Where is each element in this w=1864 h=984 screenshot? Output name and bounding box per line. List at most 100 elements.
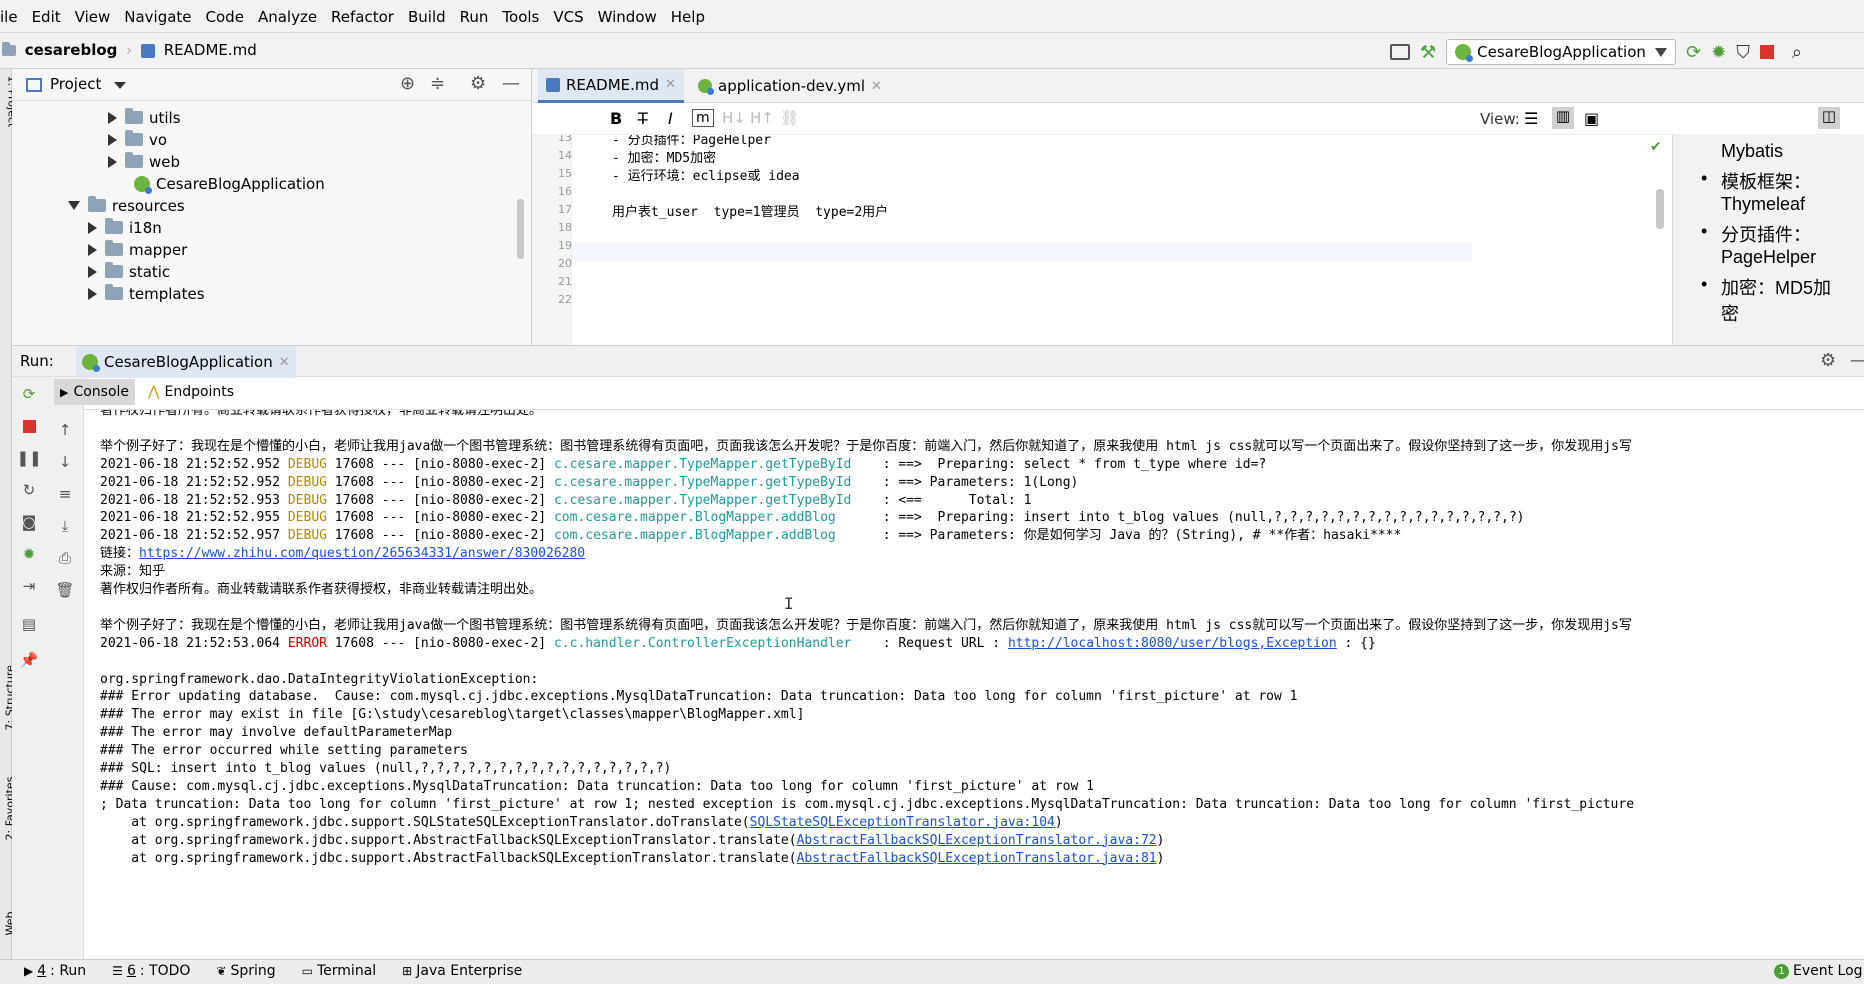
- bottom-tab-spring[interactable]: ❦ Spring: [216, 963, 275, 979]
- tree-scrollbar[interactable]: [517, 199, 524, 259]
- tree-item-web[interactable]: web: [108, 150, 180, 172]
- build-hammer-icon[interactable]: ⚒: [1420, 42, 1436, 63]
- rerun-icon[interactable]: ⟳: [18, 383, 40, 405]
- header-up-icon[interactable]: H↑: [750, 109, 774, 127]
- console-link[interactable]: SQLStateSQLExceptionTranslator.java:104: [750, 815, 1055, 830]
- tab-readme[interactable]: README.md ✕: [538, 69, 684, 103]
- minimize-icon[interactable]: —: [1850, 350, 1864, 371]
- scroll-up-icon[interactable]: ↑: [54, 419, 76, 441]
- trash-icon[interactable]: 🗑: [54, 579, 76, 601]
- minimize-icon[interactable]: —: [502, 73, 520, 94]
- split-view-icon[interactable]: ▥: [1552, 107, 1574, 129]
- subtab-console[interactable]: ▶ Console: [54, 379, 136, 405]
- breadcrumb-file[interactable]: README.md: [164, 41, 257, 59]
- stop-icon[interactable]: [1759, 45, 1774, 59]
- rerun-icon[interactable]: ⟳: [1686, 42, 1701, 63]
- link-icon[interactable]: ⛓: [780, 109, 799, 127]
- layout-icon[interactable]: ▤: [18, 613, 40, 635]
- gear-icon[interactable]: ⚙: [470, 73, 486, 94]
- gear-icon[interactable]: ⚙: [1820, 350, 1836, 371]
- italic-button[interactable]: I: [668, 109, 673, 128]
- chevron-right-icon[interactable]: [88, 265, 97, 278]
- menu-item-window[interactable]: Window: [598, 8, 657, 26]
- chevron-down-icon[interactable]: [68, 201, 80, 210]
- tab-application-dev[interactable]: application-dev.yml ✕: [690, 69, 890, 103]
- pause-icon[interactable]: ❚❚: [16, 447, 41, 469]
- menu-item-vcs[interactable]: VCS: [553, 8, 583, 26]
- bottom-tab-run[interactable]: ▶ 4: Run: [24, 963, 86, 979]
- menu-item-analyze[interactable]: Analyze: [258, 8, 317, 26]
- scroll-down-icon[interactable]: ↓: [54, 451, 76, 473]
- menu-item-navigate[interactable]: Navigate: [124, 8, 191, 26]
- tree-item-resources[interactable]: resources: [68, 194, 185, 216]
- chevron-right-icon[interactable]: [88, 243, 97, 256]
- search-icon[interactable]: ⌕: [1792, 42, 1802, 63]
- chevron-right-icon[interactable]: [108, 111, 117, 124]
- log-level-debug: DEBUG: [287, 528, 327, 544]
- chevron-down-icon[interactable]: [114, 82, 126, 89]
- console-link[interactable]: http://localhost:8080/user/blogs,Excepti…: [1008, 636, 1337, 651]
- menu-item-ile[interactable]: ile: [0, 8, 18, 26]
- tree-item-vo[interactable]: vo: [108, 128, 167, 150]
- menu-item-tools[interactable]: Tools: [502, 8, 539, 26]
- editor-only-icon[interactable]: ☰: [1524, 109, 1538, 128]
- layout-toggle-icon[interactable]: ◫: [1818, 107, 1840, 129]
- run-tab[interactable]: CesareBlogApplication ✕: [76, 346, 296, 378]
- locate-icon[interactable]: ⊕: [400, 73, 415, 94]
- header-down-icon[interactable]: H↓: [722, 109, 746, 127]
- console-output[interactable]: 著作权归作者所有。商业转载请联系作者获得授权，非商业转载请注明出处。 举个例子好了…: [84, 409, 1864, 959]
- subtab-endpoints[interactable]: ⋀ Endpoints: [142, 379, 240, 405]
- editor-scrollbar[interactable]: [1656, 189, 1664, 229]
- close-icon[interactable]: ✕: [665, 77, 676, 92]
- coverage-shield-icon[interactable]: ⛉: [1736, 42, 1750, 63]
- tree-item-utils[interactable]: utils: [108, 106, 181, 128]
- event-log-button[interactable]: 1 Event Log: [1774, 963, 1863, 979]
- stop-icon[interactable]: [18, 415, 40, 437]
- bottom-tab-terminal[interactable]: ▭ Terminal: [302, 963, 377, 979]
- soft-wrap-icon[interactable]: ≡: [54, 483, 76, 505]
- bottom-tab-todo[interactable]: ☰ 6: TODO: [112, 963, 190, 979]
- menu-item-view[interactable]: View: [75, 8, 111, 26]
- preview-item: • 模板框架：: [1701, 168, 1811, 194]
- debug-bug-icon[interactable]: ✹: [1711, 42, 1726, 63]
- preview-only-icon[interactable]: ▣: [1584, 109, 1599, 128]
- run-config-selector[interactable]: CesareBlogApplication: [1446, 39, 1677, 65]
- exit-icon[interactable]: ⇥: [18, 575, 40, 597]
- menu-item-refactor[interactable]: Refactor: [331, 8, 394, 26]
- bold-button[interactable]: B: [610, 109, 622, 128]
- console-link[interactable]: AbstractFallbackSQLExceptionTranslator.j…: [797, 833, 1157, 848]
- camera-icon[interactable]: ◙: [18, 511, 40, 533]
- bottom-tab-javaenterprise[interactable]: ⊞ Java Enterprise: [402, 963, 522, 979]
- editor-text-area[interactable]: 13- 分页插件：PageHelper 14- 加密：MD5加密 15- 运行环境：…: [532, 135, 1472, 345]
- restore-icon[interactable]: ↻: [18, 479, 40, 501]
- strikethrough-button[interactable]: T̶: [638, 109, 648, 128]
- tree-item-templates[interactable]: templates: [88, 282, 205, 304]
- pin-icon[interactable]: 📌: [18, 649, 40, 671]
- chevron-right-icon[interactable]: [108, 133, 117, 146]
- code-button[interactable]: m: [692, 109, 714, 127]
- print-icon[interactable]: ⎙: [54, 547, 76, 569]
- tree-item-static[interactable]: static: [88, 260, 170, 282]
- tree-item-cesareblogapplication[interactable]: CesareBlogApplication: [134, 172, 325, 194]
- chevron-right-icon[interactable]: [88, 221, 97, 234]
- scroll-to-end-icon[interactable]: ⤓: [54, 515, 76, 537]
- console-link[interactable]: AbstractFallbackSQLExceptionTranslator.j…: [797, 851, 1157, 866]
- collapse-icon[interactable]: ≑: [430, 73, 445, 94]
- close-icon[interactable]: ✕: [871, 79, 882, 94]
- tree-item-mapper[interactable]: mapper: [88, 238, 187, 260]
- console-link[interactable]: https://www.zhihu.com/question/265634331…: [139, 546, 585, 561]
- project-panel-title[interactable]: Project: [50, 75, 101, 93]
- logger-name: com.cesare.mapper.BlogMapper.addBlog: [553, 528, 875, 544]
- breadcrumb-project[interactable]: cesareblog: [25, 41, 118, 59]
- menu-item-run[interactable]: Run: [460, 8, 489, 26]
- debug-bug-icon[interactable]: ✹: [18, 543, 40, 565]
- menu-item-edit[interactable]: Edit: [32, 8, 61, 26]
- monitor-icon[interactable]: [1390, 44, 1410, 60]
- tree-item-i18n[interactable]: i18n: [88, 216, 162, 238]
- menu-item-code[interactable]: Code: [206, 8, 244, 26]
- menu-item-help[interactable]: Help: [671, 8, 705, 26]
- close-icon[interactable]: ✕: [279, 355, 290, 370]
- menu-item-build[interactable]: Build: [408, 8, 446, 26]
- chevron-right-icon[interactable]: [108, 155, 117, 168]
- chevron-right-icon[interactable]: [88, 287, 97, 300]
